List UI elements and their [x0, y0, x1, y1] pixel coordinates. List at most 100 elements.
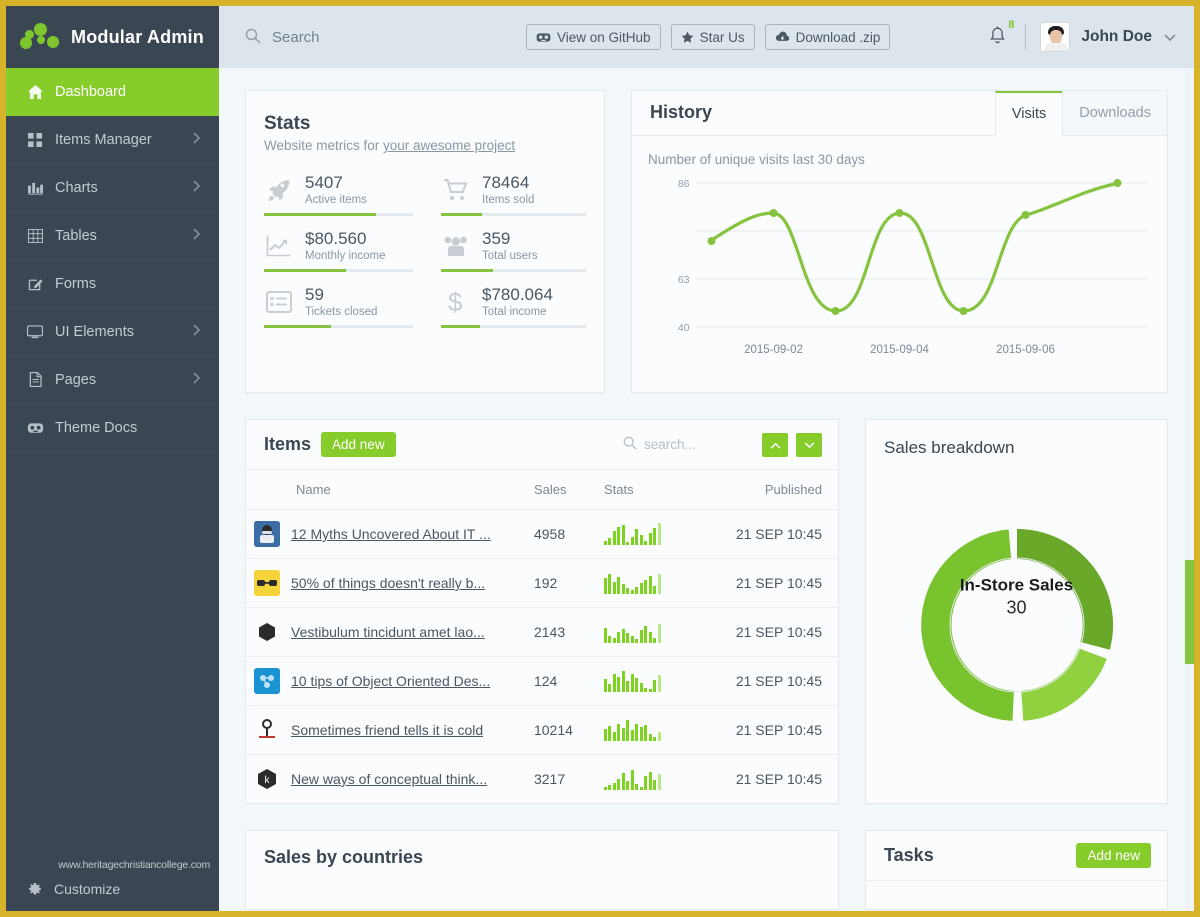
- item-name-link[interactable]: New ways of conceptual think...: [291, 771, 487, 787]
- history-header: History Visits Downloads: [632, 91, 1167, 136]
- sort-ascending-button[interactable]: [762, 433, 788, 457]
- stat-value: $80.560: [305, 229, 366, 248]
- home-icon: [24, 85, 46, 99]
- item-name-link[interactable]: Vestibulum tincidunt amet lao...: [291, 624, 485, 640]
- stat-progress-bar: [441, 213, 586, 216]
- row-countries-tasks: Sales by countries Tasks Add new: [245, 830, 1168, 910]
- stat-label: Active items: [305, 194, 367, 206]
- donut-value: 30: [884, 598, 1149, 619]
- watermark-text: www.heritagechristiancollege.com: [6, 859, 219, 877]
- sidebar-item-tables[interactable]: Tables: [6, 212, 219, 260]
- chevron-down-icon[interactable]: [1164, 29, 1176, 45]
- sales-breakdown-title: Sales breakdown: [884, 438, 1149, 458]
- sidebar-item-label: Charts: [55, 180, 98, 196]
- button-label: Star Us: [700, 30, 745, 45]
- bell-icon: [988, 33, 1007, 49]
- awesome-project-link[interactable]: your awesome project: [383, 138, 515, 153]
- user-name: John Doe: [1081, 28, 1152, 46]
- stats-subtitle: Website metrics for your awesome project: [264, 138, 586, 153]
- star-us-button[interactable]: Star Us: [671, 24, 755, 50]
- global-search[interactable]: [245, 28, 520, 47]
- tab-label: Visits: [1012, 106, 1046, 122]
- dashboard-content: Stats Website metrics for your awesome p…: [219, 68, 1194, 911]
- stat-value: 59: [305, 285, 324, 304]
- download-zip-button[interactable]: Download .zip: [765, 24, 891, 50]
- table-row[interactable]: 50% of things doesn't really b... 192 2: [246, 559, 838, 608]
- chevron-right-icon: [193, 324, 201, 340]
- svg-text:63: 63: [678, 274, 690, 286]
- column-header-published[interactable]: Published: [716, 470, 838, 510]
- items-search[interactable]: [623, 436, 754, 453]
- item-sales: 3217: [526, 755, 596, 804]
- items-tools: [623, 433, 822, 457]
- star-icon: [681, 31, 694, 44]
- table-row[interactable]: Vestibulum tincidunt amet lao... 2143 2: [246, 608, 838, 657]
- stat-progress-bar: [264, 269, 413, 272]
- tab-label: Downloads: [1079, 105, 1151, 121]
- sales-breakdown-card: Sales breakdown In-Store Sales: [865, 419, 1168, 804]
- dots-logo-icon: [20, 22, 62, 52]
- user-avatar[interactable]: [1040, 22, 1070, 52]
- sidebar-item-label: UI Elements: [55, 324, 134, 340]
- brand-name: Modular Admin: [71, 27, 204, 48]
- item-name-link[interactable]: 12 Myths Uncovered About IT ...: [291, 526, 491, 542]
- file-icon: [24, 372, 46, 387]
- item-thumbnail: [254, 570, 280, 596]
- donut-label: In-Store Sales: [884, 576, 1149, 596]
- chevron-right-icon: [193, 180, 201, 196]
- items-card: Items Add new: [245, 419, 839, 804]
- stat-value: 78464: [482, 173, 529, 192]
- item-thumbnail: [254, 619, 280, 645]
- table-row[interactable]: 12 Myths Uncovered About IT ... 4958 21: [246, 510, 838, 559]
- item-sales: 2143: [526, 608, 596, 657]
- table-row[interactable]: 10 tips of Object Oriented Des... 124 2: [246, 657, 838, 706]
- stat-tickets-closed: 59 Tickets closed: [264, 279, 425, 328]
- tab-downloads[interactable]: Downloads: [1062, 91, 1167, 135]
- item-thumbnail: [254, 521, 280, 547]
- history-card: History Visits Downloads Number of uniqu…: [631, 90, 1168, 393]
- notifications-button[interactable]: 8: [984, 26, 1017, 49]
- sidebar-item-items-manager[interactable]: Items Manager: [6, 116, 219, 164]
- chevron-down-icon: [804, 437, 815, 452]
- brand[interactable]: Modular Admin: [6, 6, 219, 68]
- tasks-add-new-button[interactable]: Add new: [1076, 843, 1151, 868]
- sidebar-item-forms[interactable]: Forms: [6, 260, 219, 308]
- sidebar-item-label: Pages: [55, 372, 96, 388]
- column-header-name[interactable]: Name: [246, 470, 526, 510]
- stat-value: $780.064: [482, 285, 553, 304]
- items-add-new-button[interactable]: Add new: [321, 432, 396, 457]
- item-name-link[interactable]: 50% of things doesn't really b...: [291, 575, 485, 591]
- view-on-github-button[interactable]: View on GitHub: [526, 24, 661, 50]
- item-name-link[interactable]: 10 tips of Object Oriented Des...: [291, 673, 490, 689]
- item-thumbnail: [254, 717, 280, 743]
- tasks-card: Tasks Add new: [865, 830, 1168, 910]
- column-header-sales[interactable]: Sales: [526, 470, 596, 510]
- table-row[interactable]: k New ways of conceptual think... 3217: [246, 755, 838, 804]
- search-input[interactable]: [272, 29, 472, 46]
- sidebar-nav: Dashboard Items Manager Charts: [6, 68, 219, 452]
- sidebar-item-dashboard[interactable]: Dashboard: [6, 68, 219, 116]
- item-thumbnail: k: [254, 766, 280, 792]
- item-sparkline: [604, 621, 708, 643]
- cloud-download-icon: [775, 31, 790, 43]
- svg-text:2015-09-02: 2015-09-02: [744, 344, 803, 356]
- tasks-title: Tasks: [884, 845, 934, 866]
- stat-progress-bar: [264, 213, 413, 216]
- customize-button[interactable]: Customize: [6, 877, 219, 901]
- item-published: 21 SEP 10:45: [716, 510, 838, 559]
- tab-visits[interactable]: Visits: [995, 91, 1062, 136]
- items-search-input[interactable]: [644, 437, 754, 452]
- sidebar: Modular Admin Dashboard Items Manager: [6, 6, 219, 911]
- donut-chart: In-Store Sales 30: [884, 472, 1149, 772]
- sort-descending-button[interactable]: [796, 433, 822, 457]
- column-header-stats[interactable]: Stats: [596, 470, 716, 510]
- history-title: History: [632, 91, 995, 135]
- dollar-icon: $: [441, 289, 471, 315]
- sidebar-item-charts[interactable]: Charts: [6, 164, 219, 212]
- sidebar-item-pages[interactable]: Pages: [6, 356, 219, 404]
- sidebar-item-ui-elements[interactable]: UI Elements: [6, 308, 219, 356]
- customize-label: Customize: [54, 881, 120, 897]
- sidebar-item-theme-docs[interactable]: Theme Docs: [6, 404, 219, 452]
- item-name-link[interactable]: Sometimes friend tells it is cold: [291, 722, 483, 738]
- table-row[interactable]: Sometimes friend tells it is cold 10214: [246, 706, 838, 755]
